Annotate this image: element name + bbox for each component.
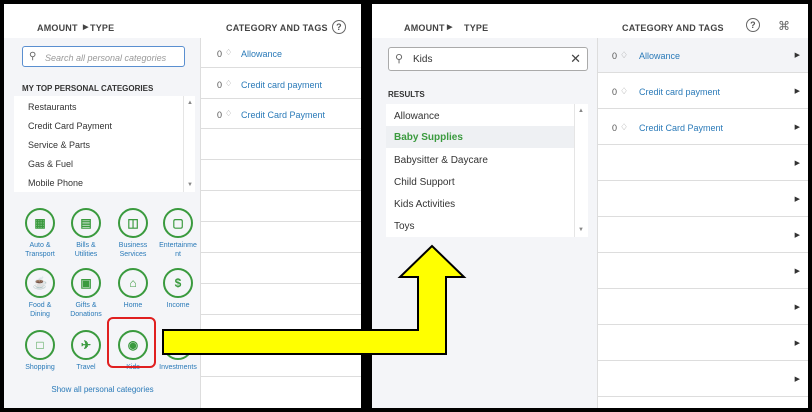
annotation-arrow xyxy=(162,244,467,355)
yellow-arrow-shape xyxy=(162,244,467,355)
